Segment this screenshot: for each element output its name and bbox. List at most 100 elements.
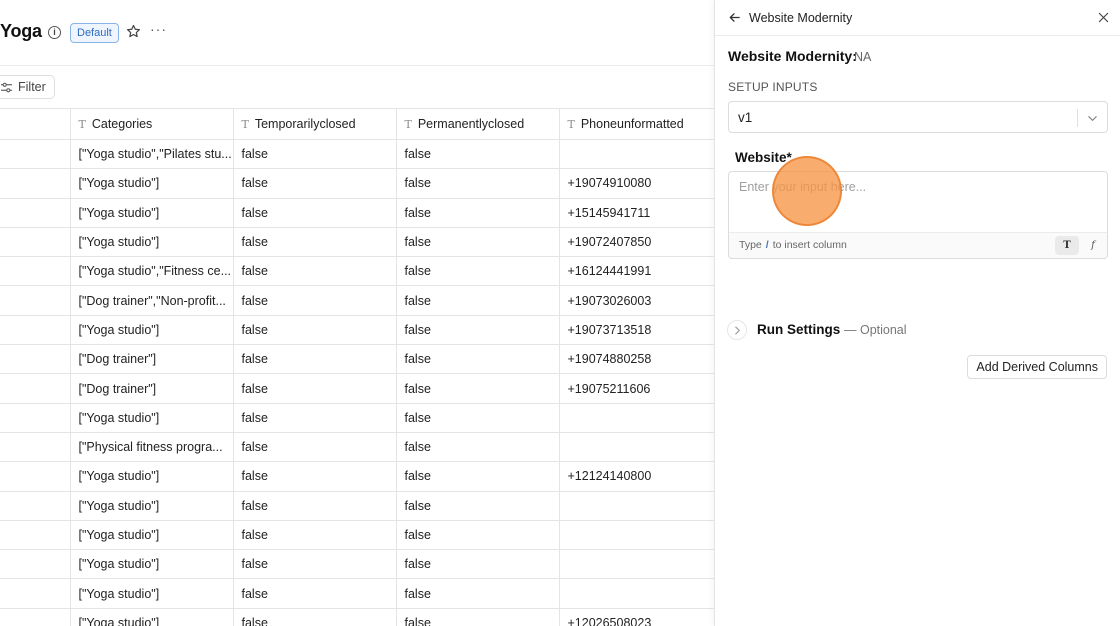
table-cell[interactable] [0, 198, 71, 228]
table-cell[interactable]: false [233, 139, 397, 170]
back-arrow-icon[interactable] [728, 11, 741, 24]
table-cell[interactable]: +19075211606 [559, 373, 714, 404]
table-cell[interactable]: ["Yoga studio"] [70, 549, 234, 580]
table-cell[interactable]: false [233, 227, 397, 258]
run-settings-title[interactable]: Run Settings [757, 322, 840, 337]
table-cell[interactable]: false [233, 520, 397, 551]
table-cell[interactable]: ["Yoga studio"] [70, 578, 234, 609]
add-derived-columns-button[interactable]: Add Derived Columns [967, 355, 1107, 379]
table-cell[interactable] [559, 491, 714, 521]
table-cell[interactable] [0, 608, 71, 626]
table-cell[interactable] [559, 432, 714, 463]
table-cell[interactable]: false [396, 491, 560, 521]
table-row[interactable]: ["Yoga studio"] false false +12124140800 [0, 461, 714, 492]
table-cell[interactable]: ["Yoga studio","Pilates stu... [70, 139, 234, 170]
table-row[interactable]: ["Yoga studio"] false false +15145941711 [0, 198, 714, 228]
table-cell[interactable]: +19072407850 [559, 227, 714, 258]
table-cell[interactable] [559, 139, 714, 170]
table-cell[interactable]: false [396, 578, 560, 609]
table-cell[interactable]: false [396, 168, 560, 199]
column-header-permanentlyclosed[interactable]: T Permanentlyclosed [396, 108, 560, 140]
table-cell[interactable]: ["Yoga studio"] [70, 403, 234, 433]
table-row[interactable]: ["Yoga studio"] false false +19072407850 [0, 227, 714, 258]
table-cell[interactable]: ["Yoga studio"] [70, 520, 234, 551]
table-cell[interactable] [0, 461, 71, 492]
text-mode-button[interactable]: T [1055, 236, 1079, 255]
table-cell[interactable]: +19073713518 [559, 315, 714, 346]
version-select[interactable]: v1 [728, 101, 1108, 133]
table-cell[interactable]: false [233, 373, 397, 404]
table-row[interactable]: ["Yoga studio"] false false [0, 549, 714, 580]
table-cell[interactable]: false [396, 403, 560, 433]
table-cell[interactable] [0, 520, 71, 551]
table-cell[interactable]: false [396, 139, 560, 170]
table-cell[interactable]: false [396, 461, 560, 492]
table-cell[interactable]: false [233, 198, 397, 228]
table-cell[interactable]: ["Yoga studio"] [70, 461, 234, 492]
star-icon[interactable] [126, 24, 141, 39]
table-cell[interactable]: false [396, 256, 560, 287]
table-cell[interactable]: false [233, 168, 397, 199]
table-cell[interactable]: ["Dog trainer"] [70, 344, 234, 375]
table-cell[interactable]: false [396, 549, 560, 580]
table-row[interactable]: ["Dog trainer"] false false +19074880258 [0, 344, 714, 375]
table-row[interactable]: ["Yoga studio"] false false +19073713518 [0, 315, 714, 346]
table-row[interactable]: ["Yoga studio"] false false [0, 578, 714, 609]
table-cell[interactable]: false [233, 432, 397, 463]
table-cell[interactable] [0, 549, 71, 580]
table-cell[interactable]: false [396, 315, 560, 346]
table-cell[interactable] [0, 432, 71, 463]
table-row[interactable]: ["Dog trainer"] false false +19075211606 [0, 373, 714, 404]
table-cell[interactable]: false [233, 403, 397, 433]
table-cell[interactable] [559, 520, 714, 551]
table-cell[interactable] [559, 549, 714, 580]
table-cell[interactable] [559, 403, 714, 433]
filter-button[interactable]: Filter [0, 75, 55, 99]
table-row[interactable]: ["Yoga studio"] false false [0, 491, 714, 521]
table-cell[interactable]: +19073026003 [559, 285, 714, 316]
table-cell[interactable]: ["Dog trainer"] [70, 373, 234, 404]
table-row[interactable]: ["Dog trainer","Non-profit... false false +… [0, 285, 714, 316]
table-cell[interactable]: false [396, 227, 560, 258]
table-row[interactable]: ["Yoga studio"] false false +19074910080 [0, 168, 714, 199]
column-header-categories[interactable]: T Categories [70, 108, 234, 140]
table-cell[interactable]: ["Yoga studio"] [70, 608, 234, 626]
table-cell[interactable]: +15145941711 [559, 198, 714, 228]
column-header-temporarilyclosed[interactable]: T Temporarilyclosed [233, 108, 397, 140]
table-cell[interactable] [0, 256, 71, 287]
table-cell[interactable] [0, 168, 71, 199]
table-cell[interactable] [0, 344, 71, 375]
table-cell[interactable]: ["Yoga studio","Fitness ce... [70, 256, 234, 287]
table-row[interactable]: ["Yoga studio","Fitness ce... false false +… [0, 256, 714, 287]
table-cell[interactable] [0, 315, 71, 346]
run-settings-toggle[interactable] [727, 320, 747, 340]
table-row[interactable]: ["Yoga studio","Pilates stu... false false [0, 139, 714, 170]
more-options-icon[interactable]: ··· [150, 21, 167, 37]
table-cell[interactable]: ["Yoga studio"] [70, 198, 234, 228]
table-cell[interactable]: false [233, 461, 397, 492]
table-cell[interactable]: false [233, 256, 397, 287]
formula-mode-button[interactable]: f [1085, 236, 1101, 255]
column-header-phoneunformatted[interactable]: T Phoneunformatted [559, 108, 714, 140]
close-icon[interactable] [1098, 12, 1109, 23]
table-row[interactable]: ["Yoga studio"] false false [0, 520, 714, 551]
table-cell[interactable]: +16124441991 [559, 256, 714, 287]
table-cell[interactable]: false [233, 315, 397, 346]
table-cell[interactable]: ["Yoga studio"] [70, 168, 234, 199]
default-badge[interactable]: Default [70, 23, 119, 43]
table-cell[interactable]: false [396, 373, 560, 404]
table-cell[interactable]: false [396, 520, 560, 551]
table-cell[interactable]: false [396, 432, 560, 463]
table-cell[interactable]: ["Yoga studio"] [70, 491, 234, 521]
table-cell[interactable]: false [396, 285, 560, 316]
table-cell[interactable] [0, 403, 71, 433]
table-cell[interactable]: +19074880258 [559, 344, 714, 375]
table-cell[interactable]: ["Physical fitness progra... [70, 432, 234, 463]
column-header-index[interactable] [0, 108, 71, 140]
table-row[interactable]: ["Physical fitness progra... false false [0, 432, 714, 463]
table-cell[interactable]: false [233, 285, 397, 316]
table-cell[interactable]: false [396, 198, 560, 228]
table-row[interactable]: ["Yoga studio"] false false [0, 403, 714, 433]
table-cell[interactable]: ["Dog trainer","Non-profit... [70, 285, 234, 316]
table-cell[interactable]: ["Yoga studio"] [70, 227, 234, 258]
